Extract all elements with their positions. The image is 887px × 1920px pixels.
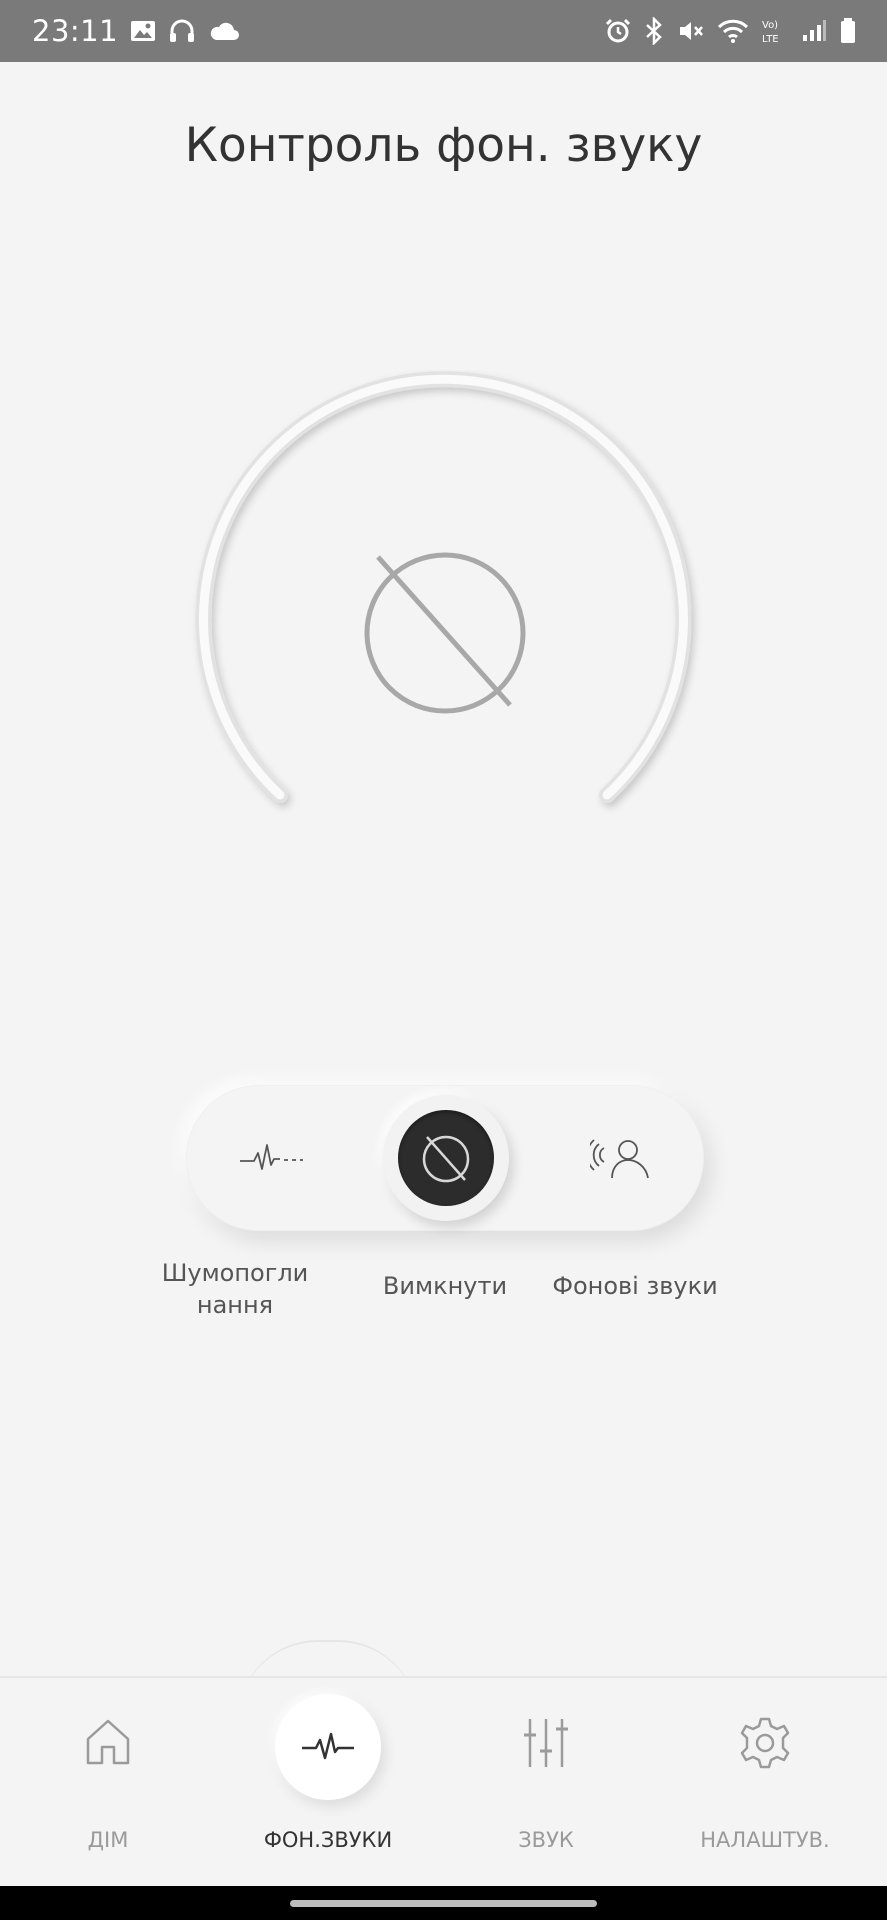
volte-icon: Vo) LTE — [761, 17, 789, 45]
bottom-nav: ДІМ ФОН.ЗВУКИ ЗВУК НАЛАШТУВ. — [0, 1676, 887, 1886]
off-icon — [422, 1135, 470, 1183]
nav-item-settings[interactable]: НАЛАШТУВ. — [680, 1678, 850, 1868]
wifi-icon — [717, 18, 749, 44]
mute-icon — [677, 18, 705, 44]
app-screen: 23:11 Vo) LTE Контроль фон. звуку Шумопо… — [0, 0, 887, 1920]
gear-icon — [740, 1717, 790, 1769]
status-right: Vo) LTE — [605, 17, 857, 45]
mode-button-off[interactable] — [383, 1095, 509, 1221]
mode-label-noise-cancelling: Шумопоглинання — [161, 1259, 309, 1319]
nav-item-home[interactable]: ДІМ — [58, 1678, 158, 1868]
status-bar: 23:11 Vo) LTE — [0, 0, 887, 62]
mode-button-noise-cancelling[interactable] — [216, 1113, 326, 1203]
status-left: 23:11 — [32, 14, 240, 48]
gesture-handle[interactable] — [290, 1900, 597, 1907]
equalizer-icon — [524, 1719, 568, 1767]
nav-item-ambient-control[interactable]: ФОН.ЗВУКИ — [248, 1678, 408, 1868]
gesture-bar — [0, 1886, 887, 1920]
off-icon — [364, 552, 526, 714]
signal-icon — [801, 19, 827, 43]
mode-label-off: Вимкнути — [382, 1272, 508, 1300]
nav-label-sound: ЗВУК — [518, 1828, 574, 1852]
ambient-sound-icon — [590, 1139, 649, 1179]
mode-label-ambient-sound: Фонові звуки — [552, 1272, 718, 1300]
noise-cancelling-icon — [240, 1144, 303, 1170]
headphones-icon — [168, 18, 196, 44]
svg-text:Vo): Vo) — [762, 20, 778, 31]
bluetooth-icon — [643, 17, 665, 45]
mode-switch — [186, 1085, 704, 1231]
home-icon — [86, 1719, 130, 1765]
nav-label-ambient-control: ФОН.ЗВУКИ — [263, 1828, 393, 1852]
cloud-icon — [208, 20, 240, 42]
svg-text:LTE: LTE — [762, 34, 779, 45]
battery-icon — [839, 17, 857, 45]
gallery-icon — [130, 19, 156, 43]
page-title: Контроль фон. звуку — [184, 118, 703, 173]
nav-label-settings: НАЛАШТУВ. — [700, 1828, 830, 1852]
nav-active-indicator — [275, 1694, 381, 1800]
nav-label-home: ДІМ — [87, 1828, 129, 1852]
nav-item-sound[interactable]: ЗВУК — [496, 1678, 596, 1868]
pulse-icon — [302, 1732, 354, 1760]
alarm-icon — [605, 18, 631, 44]
mode-button-ambient-sound[interactable] — [566, 1113, 676, 1203]
mode-button-off-knob — [398, 1110, 494, 1206]
status-time: 23:11 — [32, 14, 119, 48]
